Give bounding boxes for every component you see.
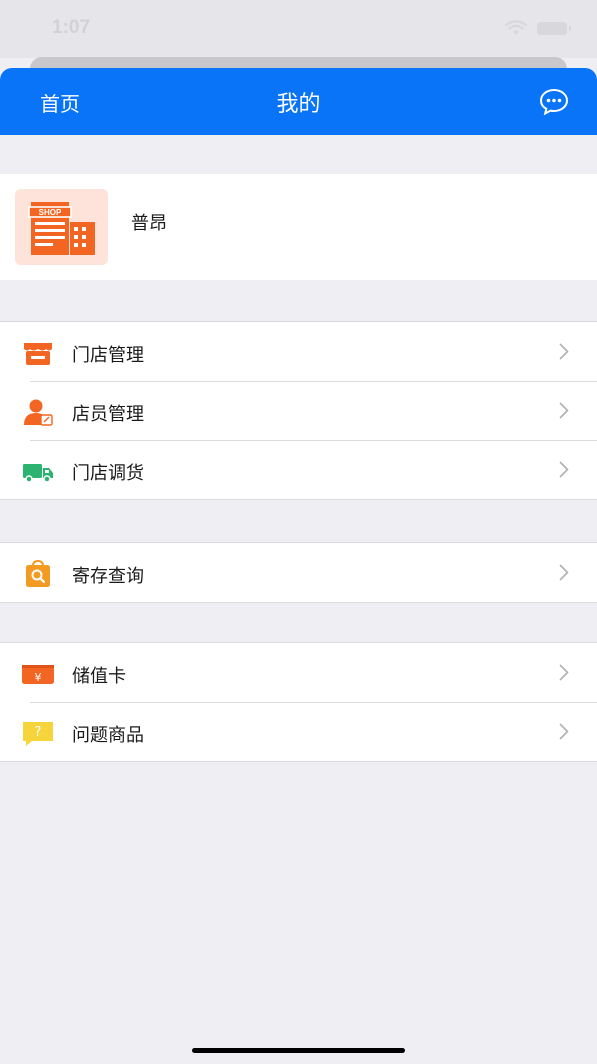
menu-item-storage-query[interactable]: 寄存查询 [0,543,597,602]
battery-icon [537,21,571,35]
menu-group-store: 门店管理 店员管理 门店调货 [0,321,597,500]
status-bar: 1:07 [0,0,597,58]
nav-bar: 首页 我的 [0,68,597,135]
menu-item-staff-management[interactable]: 店员管理 [0,381,597,440]
card-currency-glyph: ¥ [35,671,42,684]
wifi-icon [505,20,527,35]
chevron-right-icon [559,564,569,581]
storage-search-icon [26,560,50,587]
shop-logo: SHOP [15,189,108,265]
stored-value-card-icon: ¥ [22,665,54,684]
page-title: 我的 [276,92,321,117]
status-indicators [505,20,571,36]
shop-logo-text: SHOP [39,208,62,217]
question-product-icon: ? [23,722,53,746]
menu-item-store-management[interactable]: 门店管理 [0,322,597,381]
chevron-right-icon [559,343,569,360]
storefront-icon [24,343,52,365]
menu-item-label: 寄存查询 [72,566,144,587]
menu-item-label: 门店管理 [72,345,144,366]
question-glyph: ? [35,725,42,740]
menu-item-problem-products[interactable]: ? 问题商品 [0,702,597,761]
menu-item-label: 店员管理 [72,404,144,425]
home-indicator [192,1048,405,1053]
menu-item-label: 门店调货 [72,463,144,484]
menu-item-label: 储值卡 [72,666,126,687]
menu-item-stored-value-card[interactable]: ¥ 储值卡 [0,643,597,702]
chevron-right-icon [559,723,569,740]
menu-item-store-transfer[interactable]: 门店调货 [0,440,597,499]
delivery-truck-icon [23,464,53,483]
menu-group-storage: 寄存查询 [0,542,597,603]
menu-item-label: 问题商品 [72,725,144,746]
shop-building-icon: SHOP [28,202,95,255]
chevron-right-icon [559,402,569,419]
chat-icon[interactable] [539,88,569,116]
staff-icon [24,399,53,426]
chevron-right-icon [559,664,569,681]
status-time: 1:07 [52,17,91,38]
menu-group-products: ¥ 储值卡 ? 问题商品 [0,642,597,762]
shop-name: 普昂 [131,213,167,234]
chevron-right-icon [559,461,569,478]
shop-profile-card[interactable]: SHOP 普昂 [0,174,597,280]
